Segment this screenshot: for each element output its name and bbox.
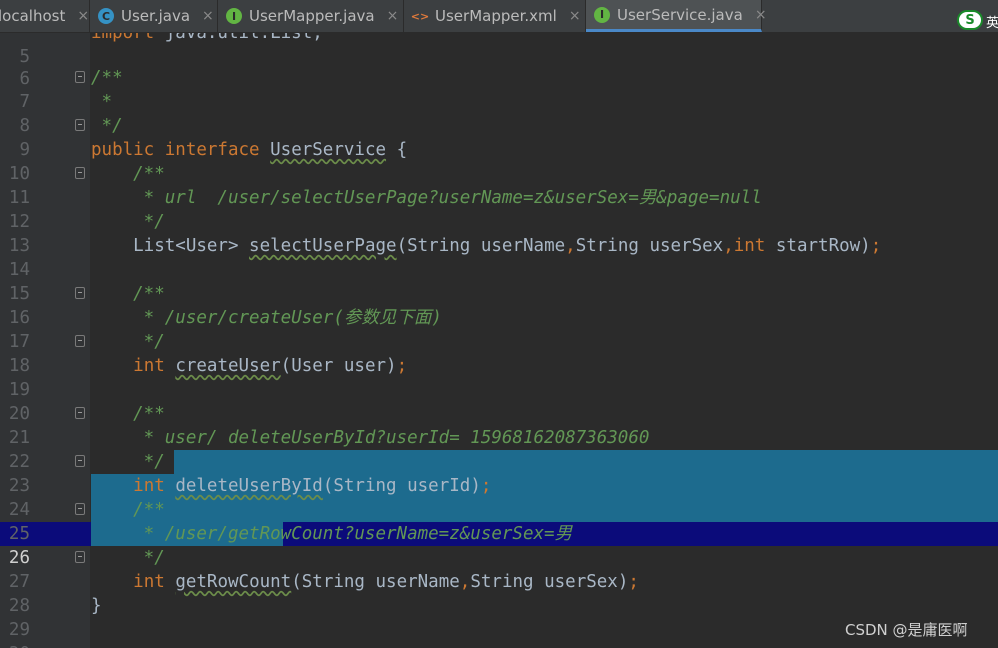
- xml-icon: <>: [410, 9, 430, 23]
- comment-text: /**: [91, 500, 165, 520]
- close-icon[interactable]: ×: [569, 8, 581, 24]
- tab-localhost[interactable]: localhost ×: [0, 0, 90, 32]
- comment-text: */: [91, 548, 165, 568]
- fold-toggle-icon[interactable]: [75, 287, 85, 299]
- comment-text: /**: [91, 68, 123, 88]
- tab-user-java[interactable]: C User.java ×: [90, 0, 218, 32]
- fold-toggle-icon[interactable]: [75, 551, 85, 563]
- comment-text: */: [91, 332, 165, 352]
- code-text: int getRowCount(String userName,String u…: [133, 572, 639, 592]
- tab-label: UserService.java: [617, 5, 743, 24]
- fold-toggle-icon[interactable]: [75, 71, 85, 83]
- class-icon: C: [98, 8, 114, 24]
- line-number: 30: [0, 642, 30, 648]
- code-line: 13 */: [0, 210, 998, 256]
- code-line: 25 /**: [0, 498, 998, 544]
- code-text: int createUser(User user);: [133, 356, 408, 376]
- tab-label: UserMapper.xml: [435, 7, 557, 25]
- code-line: 19 int createUser(User user);: [0, 354, 998, 400]
- comment-text: *: [91, 92, 113, 112]
- code-line: 10 public interface UserService {: [0, 138, 998, 184]
- tab-usermapper-java[interactable]: I UserMapper.java ×: [218, 0, 404, 32]
- fold-toggle-icon[interactable]: [75, 335, 85, 347]
- ime-mode-label: 英: [986, 16, 998, 31]
- tab-label: User.java: [121, 7, 191, 25]
- tab-usermapper-xml[interactable]: <> UserMapper.xml ×: [404, 0, 586, 32]
- watermark: CSDN @是庸医啊: [845, 621, 968, 639]
- close-icon[interactable]: ×: [77, 8, 89, 24]
- close-icon[interactable]: ×: [755, 7, 767, 23]
- code-line: 29 }: [0, 594, 998, 640]
- comment-text: * url /user/selectUserPage?userName=z&us…: [91, 188, 762, 208]
- code-line: 17 * /user/createUser(参数见下面): [0, 306, 998, 352]
- code-line: 21 /**: [0, 402, 998, 448]
- close-icon[interactable]: ×: [387, 8, 399, 24]
- code-line: 9 */: [0, 114, 998, 160]
- fold-toggle-icon[interactable]: [75, 503, 85, 515]
- code-line: 22 * user/ deleteUserById?userId= 159681…: [0, 426, 998, 472]
- code-line-current: 26 * /user/getRowCount?userName=z&userSe…: [0, 522, 998, 568]
- code-line: 12 * url /user/selectUserPage?userName=z…: [0, 186, 998, 232]
- code-line: 18 */: [0, 330, 998, 376]
- close-icon[interactable]: ×: [202, 8, 214, 24]
- code-text: }: [91, 596, 102, 616]
- comment-text: /**: [91, 404, 165, 424]
- fold-toggle-icon[interactable]: [75, 119, 85, 131]
- comment-text: * /user/getRowCount?userName=z&userSex=男: [91, 524, 573, 544]
- comment-text: */: [91, 116, 123, 136]
- code-line: 11 /**: [0, 162, 998, 208]
- code-line: 8 *: [0, 90, 998, 136]
- code-line: 16 /**: [0, 282, 998, 328]
- input-method-icon[interactable]: S: [957, 10, 983, 30]
- interface-icon: I: [226, 8, 242, 24]
- comment-text: */: [91, 212, 165, 232]
- code-text: int deleteUserById(String userId);: [133, 476, 492, 496]
- code-text: List<User> selectUserPage(String userNam…: [91, 236, 882, 256]
- comment-text: * /user/createUser(参数见下面): [91, 308, 442, 328]
- code-line: 6: [0, 43, 998, 89]
- code-line: 14 List<User> selectUserPage(String user…: [0, 234, 998, 280]
- fold-toggle-icon[interactable]: [75, 407, 85, 419]
- fold-toggle-icon[interactable]: [75, 167, 85, 179]
- code-line: 24 int deleteUserById(String userId);: [0, 474, 998, 520]
- code-editor[interactable]: 5 import java.util.List; 6 7 /** 8 * 9 *…: [0, 33, 998, 648]
- fold-toggle-icon[interactable]: [75, 455, 85, 467]
- tab-label: localhost: [0, 7, 66, 25]
- code-text: public interface UserService {: [91, 140, 408, 160]
- comment-text: /**: [91, 164, 165, 184]
- code-line: 20: [0, 378, 998, 424]
- comment-text: * user/ deleteUserById?userId= 159681620…: [91, 428, 650, 448]
- ime-logo: S: [965, 12, 975, 28]
- code-line: 27 */: [0, 546, 998, 592]
- code-line: 15: [0, 258, 998, 304]
- code-line: 28 int getRowCount(String userName,Strin…: [0, 570, 998, 616]
- editor-tab-bar: localhost × C User.java × I UserMapper.j…: [0, 0, 998, 33]
- tab-userservice-java[interactable]: I UserService.java ×: [586, 0, 767, 32]
- code-line: 7 /**: [0, 66, 998, 112]
- comment-text: */: [91, 452, 165, 472]
- comment-text: /**: [91, 284, 165, 304]
- interface-icon: I: [594, 6, 610, 23]
- code-line: 23 */: [0, 450, 998, 496]
- tab-label: UserMapper.java: [249, 7, 375, 25]
